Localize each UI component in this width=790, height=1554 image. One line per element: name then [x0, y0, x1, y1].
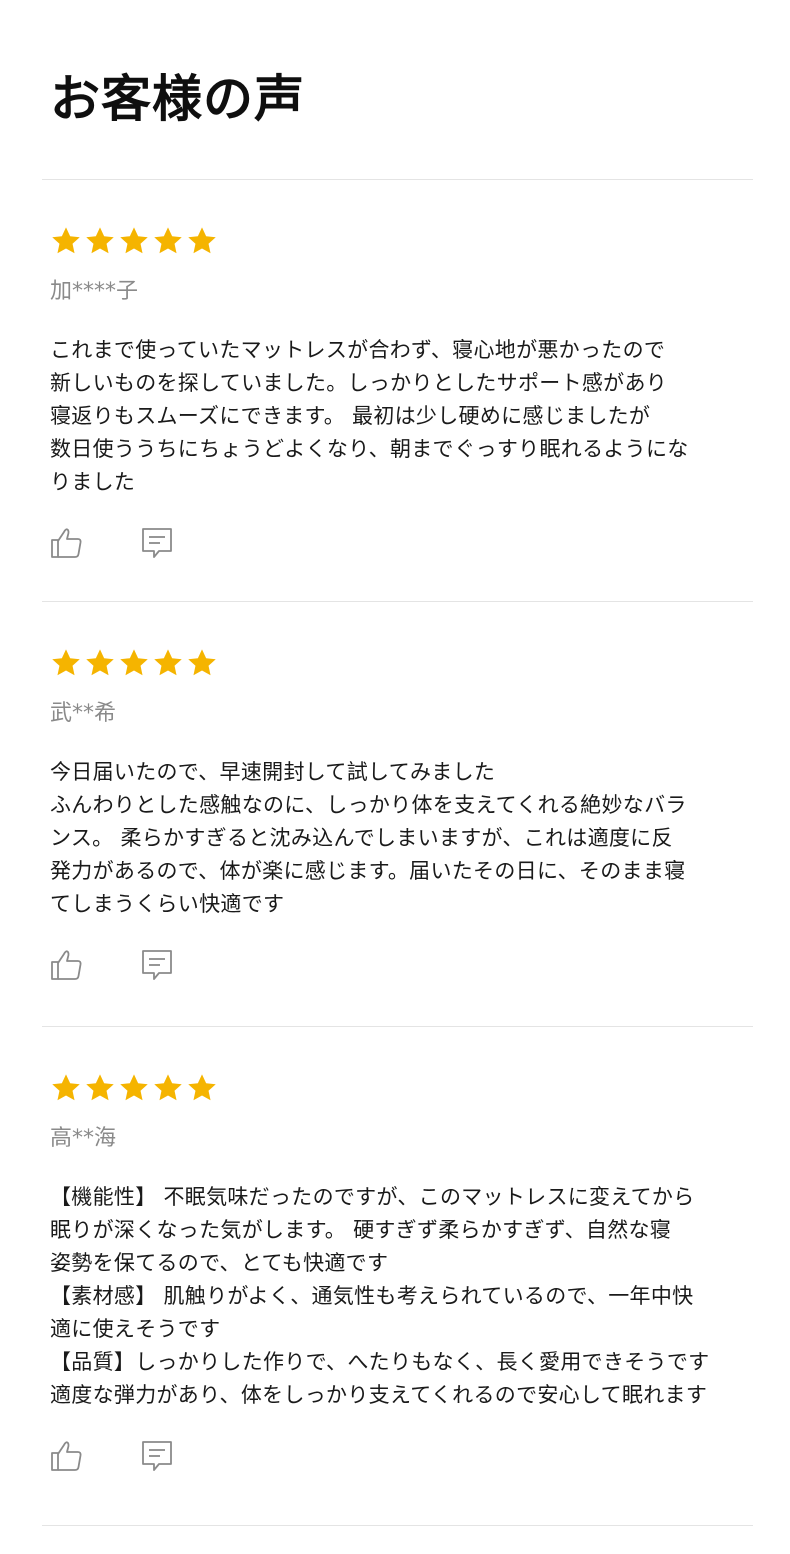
star-icon [188, 227, 216, 254]
review-author: 武**希 [50, 701, 117, 726]
star-rating [50, 646, 750, 680]
review-card: 武**希 今日届いたので、早速開封して試してみました ふんわりとした感触なのに、… [50, 646, 750, 983]
comment-icon[interactable] [140, 948, 174, 982]
thumbs-up-icon[interactable] [50, 1439, 84, 1473]
reviews-page: お客様の声 加****子 これまで使っていたマットレスが合わず、寝心地が悪かった… [0, 0, 790, 1554]
review-card: 高**海 【機能性】 不眠気味だったのですが、このマットレスに変えてから 眠りが… [50, 1071, 750, 1474]
review-text: 【機能性】 不眠気味だったのですが、このマットレスに変えてから 眠りが深くなった… [50, 1185, 710, 1407]
review-author: 高**海 [50, 1126, 117, 1151]
review-card: 加****子 これまで使っていたマットレスが合わず、寝心地が悪かったので 新しい… [50, 224, 750, 561]
star-icon [86, 227, 114, 254]
star-icon [188, 649, 216, 676]
divider [42, 601, 753, 602]
star-rating [50, 224, 750, 258]
review-text: 今日届いたので、早速開封して試してみました ふんわりとした感触なのに、しっかり体… [50, 760, 687, 916]
star-icon [86, 1074, 114, 1101]
comment-icon[interactable] [140, 1439, 174, 1473]
star-icon [120, 1074, 148, 1101]
star-icon [154, 1074, 182, 1101]
review-actions [50, 947, 750, 983]
star-rating [50, 1071, 750, 1105]
page-title: お客様の声 [50, 70, 305, 128]
divider [42, 179, 753, 180]
star-icon [52, 1074, 80, 1101]
thumbs-up-icon[interactable] [50, 526, 84, 560]
star-icon [188, 1074, 216, 1101]
divider [42, 1525, 753, 1526]
comment-icon[interactable] [140, 526, 174, 560]
star-icon [52, 227, 80, 254]
divider [42, 1026, 753, 1027]
review-actions [50, 1438, 750, 1474]
review-actions [50, 525, 750, 561]
star-icon [154, 227, 182, 254]
star-icon [120, 227, 148, 254]
star-icon [154, 649, 182, 676]
star-icon [120, 649, 148, 676]
thumbs-up-icon[interactable] [50, 948, 84, 982]
star-icon [86, 649, 114, 676]
review-author: 加****子 [50, 279, 139, 304]
review-text: これまで使っていたマットレスが合わず、寝心地が悪かったので 新しいものを探してい… [50, 338, 689, 494]
star-icon [52, 649, 80, 676]
